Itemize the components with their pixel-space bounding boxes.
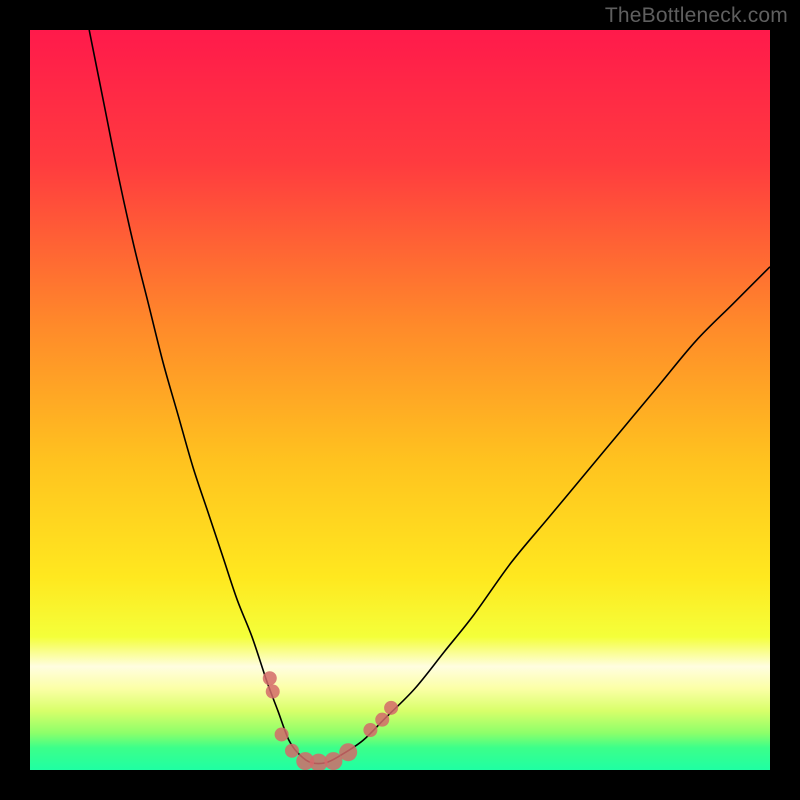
watermark-text: TheBottleneck.com: [605, 4, 788, 28]
critical-point: [263, 671, 277, 685]
plot-area: [30, 30, 770, 770]
critical-point: [275, 727, 289, 741]
critical-point: [266, 685, 280, 699]
chart-frame: TheBottleneck.com: [0, 0, 800, 800]
critical-point: [375, 713, 389, 727]
critical-point: [285, 744, 299, 758]
critical-point: [363, 723, 377, 737]
gradient-background: [30, 30, 770, 770]
critical-point: [339, 743, 357, 761]
chart-svg: [30, 30, 770, 770]
critical-point: [384, 701, 398, 715]
